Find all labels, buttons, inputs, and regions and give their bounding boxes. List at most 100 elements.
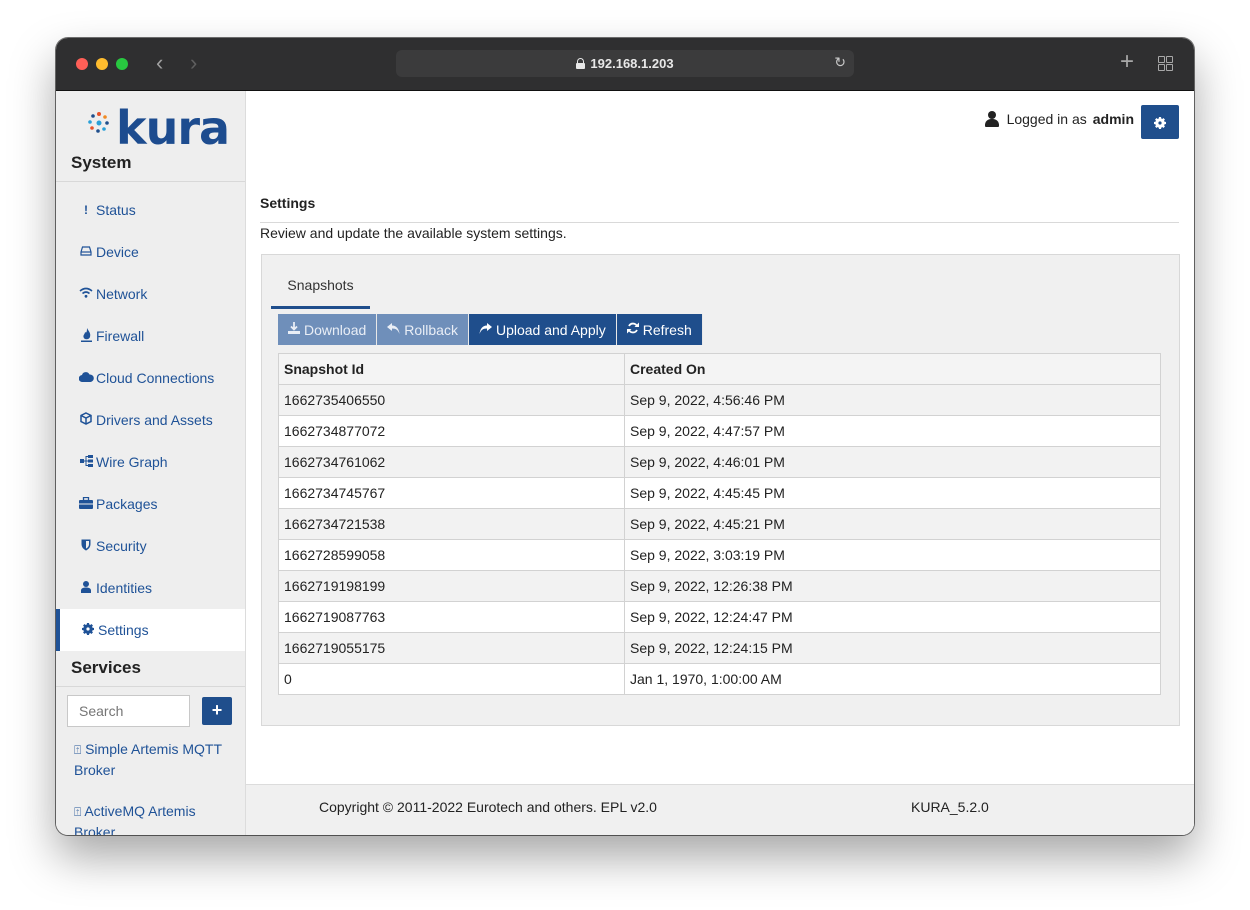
snapshot-id-cell: 1662734877072 — [278, 415, 625, 447]
address-bar[interactable]: 192.168.1.203 ↻ — [396, 50, 854, 77]
services-section-title: Services — [71, 658, 141, 677]
column-header-created-on[interactable]: Created On — [624, 353, 1161, 385]
table-row[interactable]: 1662734877072 Sep 9, 2022, 4:47:57 PM — [278, 415, 1161, 447]
copyright-text: Copyright © 2011-2022 Eurotech and other… — [319, 799, 657, 815]
sidebar-item-identities[interactable]: Identities — [56, 567, 245, 609]
sidebar-item-device[interactable]: Device — [56, 231, 245, 273]
fire-icon — [76, 327, 96, 345]
snapshot-id-cell: 1662735406550 — [278, 384, 625, 416]
created-on-cell: Sep 9, 2022, 12:24:15 PM — [624, 632, 1161, 664]
service-link-activemq-artemis[interactable]: ⍐ ActiveMQ Artemis Broker — [74, 801, 234, 835]
sidebar-item-label: Packages — [96, 496, 158, 512]
forward-arrow-icon[interactable]: › — [190, 52, 197, 74]
lock-icon — [576, 58, 586, 69]
browser-titlebar: ‹ › 192.168.1.203 ↻ + — [56, 38, 1194, 91]
sidebar-item-status[interactable]: ! Status — [56, 189, 245, 231]
table-row[interactable]: 1662719055175 Sep 9, 2022, 12:24:15 PM — [278, 632, 1161, 664]
rss-icon: ⍐ — [74, 805, 82, 819]
share-icon — [479, 322, 492, 337]
new-tab-icon[interactable]: + — [1120, 50, 1134, 74]
snapshots-toolbar: Download Rollback Upload and Apply Refre… — [278, 314, 703, 345]
sidebar: kura System ! Status Device Network Fire… — [56, 91, 246, 835]
upload-and-apply-button[interactable]: Upload and Apply — [468, 314, 617, 345]
section-divider — [56, 181, 245, 182]
close-window-button[interactable] — [76, 58, 88, 70]
user-settings-button[interactable] — [1141, 105, 1179, 139]
table-row[interactable]: 1662728599058 Sep 9, 2022, 3:03:19 PM — [278, 539, 1161, 571]
url-text: 192.168.1.203 — [590, 56, 674, 71]
snapshots-table: Snapshot Id Created On 1662735406550 Sep … — [278, 353, 1161, 695]
page-title: Settings — [260, 195, 316, 211]
snapshot-id-cell: 0 — [278, 663, 625, 695]
snapshots-panel: Snapshots Download Rollback Upload and A… — [261, 254, 1180, 726]
sidebar-item-packages[interactable]: Packages — [56, 483, 245, 525]
browser-window: ‹ › 192.168.1.203 ↻ + kura System ! Stat… — [56, 38, 1194, 835]
main-content: Logged in as admin Settings Review and u… — [246, 91, 1194, 835]
tab-overview-icon[interactable] — [1158, 56, 1174, 72]
service-link-label: Simple Artemis MQTT Broker — [74, 741, 222, 778]
refresh-button[interactable]: Refresh — [616, 314, 703, 345]
snapshot-id-cell: 1662728599058 — [278, 539, 625, 571]
system-section-title: System — [71, 153, 132, 172]
created-on-cell: Sep 9, 2022, 12:26:38 PM — [624, 570, 1161, 602]
minimize-window-button[interactable] — [96, 58, 108, 70]
shield-icon — [76, 539, 96, 554]
sidebar-item-label: Security — [96, 538, 147, 554]
snapshot-id-cell: 1662719055175 — [278, 632, 625, 664]
snapshot-id-cell: 1662719198199 — [278, 570, 625, 602]
table-row[interactable]: 1662734721538 Sep 9, 2022, 4:45:21 PM — [278, 508, 1161, 540]
page-description: Review and update the available system s… — [260, 225, 567, 241]
sidebar-item-drivers-and-assets[interactable]: Drivers and Assets — [56, 399, 245, 441]
back-arrow-icon[interactable]: ‹ — [156, 52, 163, 74]
table-row[interactable]: 1662734745767 Sep 9, 2022, 4:45:45 PM — [278, 477, 1161, 509]
snapshot-id-cell: 1662734761062 — [278, 446, 625, 478]
sidebar-item-wire-graph[interactable]: Wire Graph — [56, 441, 245, 483]
sidebar-item-label: Wire Graph — [96, 454, 168, 470]
user-icon — [76, 580, 96, 596]
exclamation-icon: ! — [84, 203, 88, 217]
add-service-button[interactable]: + — [202, 697, 232, 725]
sidebar-item-network[interactable]: Network — [56, 273, 245, 315]
rollback-label: Rollback — [404, 321, 458, 338]
tab-snapshots[interactable]: Snapshots — [271, 275, 370, 309]
column-header-snapshot-id[interactable]: Snapshot Id — [278, 353, 625, 385]
footer: Copyright © 2011-2022 Eurotech and other… — [246, 784, 1194, 835]
logo-dots-icon — [88, 112, 109, 133]
graph-icon — [76, 454, 96, 470]
gear-icon — [1154, 117, 1166, 130]
created-on-cell: Sep 9, 2022, 4:45:45 PM — [624, 477, 1161, 509]
upload-and-apply-label: Upload and Apply — [495, 321, 606, 338]
user-icon — [984, 111, 999, 127]
reply-icon — [387, 322, 400, 337]
created-on-cell: Sep 9, 2022, 4:47:57 PM — [624, 415, 1161, 447]
sidebar-item-firewall[interactable]: Firewall — [56, 315, 245, 357]
title-divider — [260, 222, 1179, 223]
sidebar-item-settings[interactable]: Settings — [56, 609, 245, 651]
rollback-button[interactable]: Rollback — [377, 314, 469, 345]
maximize-window-button[interactable] — [116, 58, 128, 70]
created-on-cell: Jan 1, 1970, 1:00:00 AM — [624, 663, 1161, 695]
version-text: KURA_5.2.0 — [911, 799, 989, 815]
service-link-label: ActiveMQ Artemis Broker — [74, 803, 196, 835]
service-link-simple-artemis[interactable]: ⍐ Simple Artemis MQTT Broker — [74, 739, 234, 780]
table-row[interactable]: 0 Jan 1, 1970, 1:00:00 AM — [278, 663, 1161, 695]
section-divider — [56, 686, 245, 687]
table-row[interactable]: 1662719087763 Sep 9, 2022, 12:24:47 PM — [278, 601, 1161, 633]
sidebar-item-label: Firewall — [96, 328, 145, 344]
service-search-input[interactable] — [67, 695, 190, 727]
sidebar-item-label: Cloud Connections — [96, 370, 215, 386]
sidebar-item-cloud-connections[interactable]: Cloud Connections — [56, 357, 245, 399]
table-row[interactable]: 1662719198199 Sep 9, 2022, 12:26:38 PM — [278, 570, 1161, 602]
logged-in-user: Logged in as admin — [984, 111, 1134, 127]
rss-icon: ⍐ — [74, 743, 82, 757]
table-row[interactable]: 1662735406550 Sep 9, 2022, 4:56:46 PM — [278, 384, 1161, 416]
download-button[interactable]: Download — [278, 314, 378, 345]
table-row[interactable]: 1662734761062 Sep 9, 2022, 4:46:01 PM — [278, 446, 1161, 478]
snapshot-id-cell: 1662719087763 — [278, 601, 625, 633]
sidebar-item-label: Drivers and Assets — [96, 412, 213, 428]
sidebar-item-label: Identities — [96, 580, 153, 596]
sidebar-item-security[interactable]: Security — [56, 525, 245, 567]
created-on-cell: Sep 9, 2022, 4:45:21 PM — [624, 508, 1161, 540]
created-on-cell: Sep 9, 2022, 4:46:01 PM — [624, 446, 1161, 478]
reload-icon[interactable]: ↻ — [834, 54, 846, 71]
